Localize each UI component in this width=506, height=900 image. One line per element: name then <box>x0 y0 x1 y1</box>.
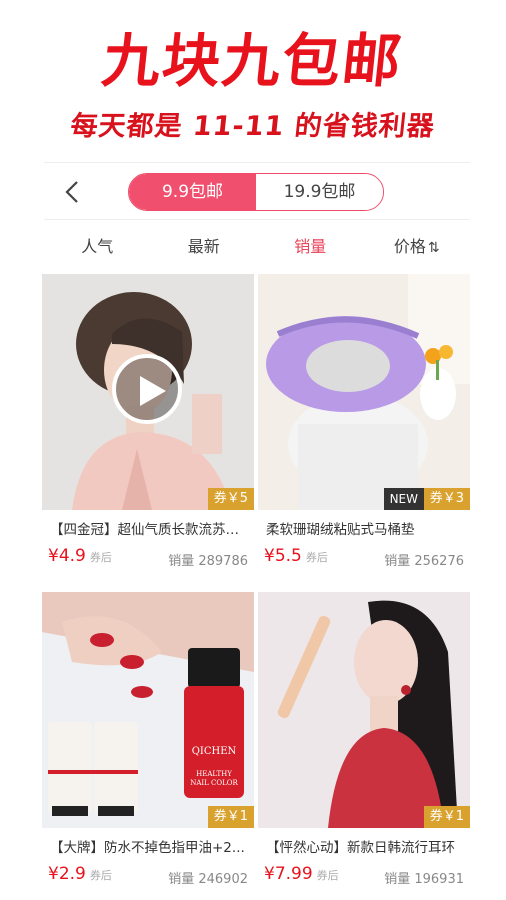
product-title[interactable]: 【四金冠】超仙气质长款流苏耳... <box>50 518 250 538</box>
price-row: ¥2.9 券后 销量 246902 <box>48 864 252 892</box>
product-card[interactable]: QICHEN HEALTHY NAIL COLOR 券￥1 【大牌】防水不掉色指… <box>42 592 254 900</box>
coupon-badge: 券￥5 <box>207 488 254 510</box>
sort-price-label: 价格 <box>393 237 426 256</box>
price-suffix: 券后 <box>89 551 112 564</box>
product-image[interactable]: 券￥1 <box>258 592 470 828</box>
sort-bar: 人气 最新 销量 价格 ⇅ <box>44 222 470 272</box>
sort-popularity[interactable]: 人气 <box>44 222 151 272</box>
category-switch-bar: 9.9包邮 19.9包邮 <box>44 162 470 220</box>
product-price: ¥2.9 <box>48 864 86 884</box>
sort-newest[interactable]: 最新 <box>151 222 258 272</box>
brand-tagline: HEALTHY NAIL COLOR <box>190 770 238 787</box>
product-price: ¥4.9 <box>48 546 86 566</box>
product-image[interactable]: 券￥5 <box>42 274 254 510</box>
banner-subtitle: 每天都是 11-11 的省钱利器 <box>68 111 437 142</box>
sort-sales[interactable]: 销量 <box>257 222 364 272</box>
price-row: ¥4.9 券后 销量 289786 <box>48 546 252 574</box>
product-card[interactable]: NEW 券￥3 柔软珊瑚绒粘贴式马桶垫 ¥5.5 券后 销量 256276 <box>258 274 470 584</box>
product-title[interactable]: 【怦然心动】新款日韩流行耳环 <box>266 836 466 856</box>
price-suffix: 券后 <box>89 869 112 882</box>
product-title[interactable]: 【大牌】防水不掉色指甲油+2... <box>50 836 250 856</box>
price-suffix: 券后 <box>316 869 339 882</box>
segment-9-9[interactable]: 9.9包邮 <box>129 174 256 210</box>
product-card[interactable]: 券￥1 【怦然心动】新款日韩流行耳环 ¥7.99 券后 销量 196931 <box>258 592 470 900</box>
segment-19-9[interactable]: 19.9包邮 <box>256 174 383 210</box>
product-price: ¥5.5 <box>264 546 302 566</box>
banner-title: 九块九包邮 <box>98 27 407 95</box>
chevron-left-icon[interactable] <box>60 177 86 207</box>
product-sales: 销量 289786 <box>168 554 248 569</box>
product-sales: 销量 246902 <box>168 872 248 887</box>
coupon-badge: 券￥1 <box>423 806 470 828</box>
price-row: ¥5.5 券后 销量 256276 <box>264 546 468 574</box>
price-suffix: 券后 <box>305 551 328 564</box>
brand-label: QICHEN <box>191 746 237 757</box>
play-icon <box>140 376 166 406</box>
product-card[interactable]: 券￥5 【四金冠】超仙气质长款流苏耳... ¥4.9 券后 销量 289786 <box>42 274 254 584</box>
product-sales: 销量 196931 <box>384 872 464 887</box>
coupon-badge: 券￥1 <box>207 806 254 828</box>
video-play-button[interactable] <box>112 354 182 424</box>
coupon-badge: 券￥3 <box>423 488 470 510</box>
product-sales: 销量 256276 <box>384 554 464 569</box>
product-image[interactable]: NEW 券￥3 <box>258 274 470 510</box>
sort-price[interactable]: 价格 ⇅ <box>364 222 471 272</box>
product-image[interactable]: QICHEN HEALTHY NAIL COLOR 券￥1 <box>42 592 254 828</box>
product-price: ¥7.99 <box>264 864 313 884</box>
new-badge: NEW <box>383 488 424 510</box>
sort-arrows-icon: ⇅ <box>427 240 440 256</box>
product-title[interactable]: 柔软珊瑚绒粘贴式马桶垫 <box>266 518 466 538</box>
price-row: ¥7.99 券后 销量 196931 <box>264 864 468 892</box>
price-segment-control: 9.9包邮 19.9包邮 <box>128 173 384 211</box>
promo-banner: 九块九包邮 每天都是 11-11 的省钱利器 <box>0 0 506 160</box>
